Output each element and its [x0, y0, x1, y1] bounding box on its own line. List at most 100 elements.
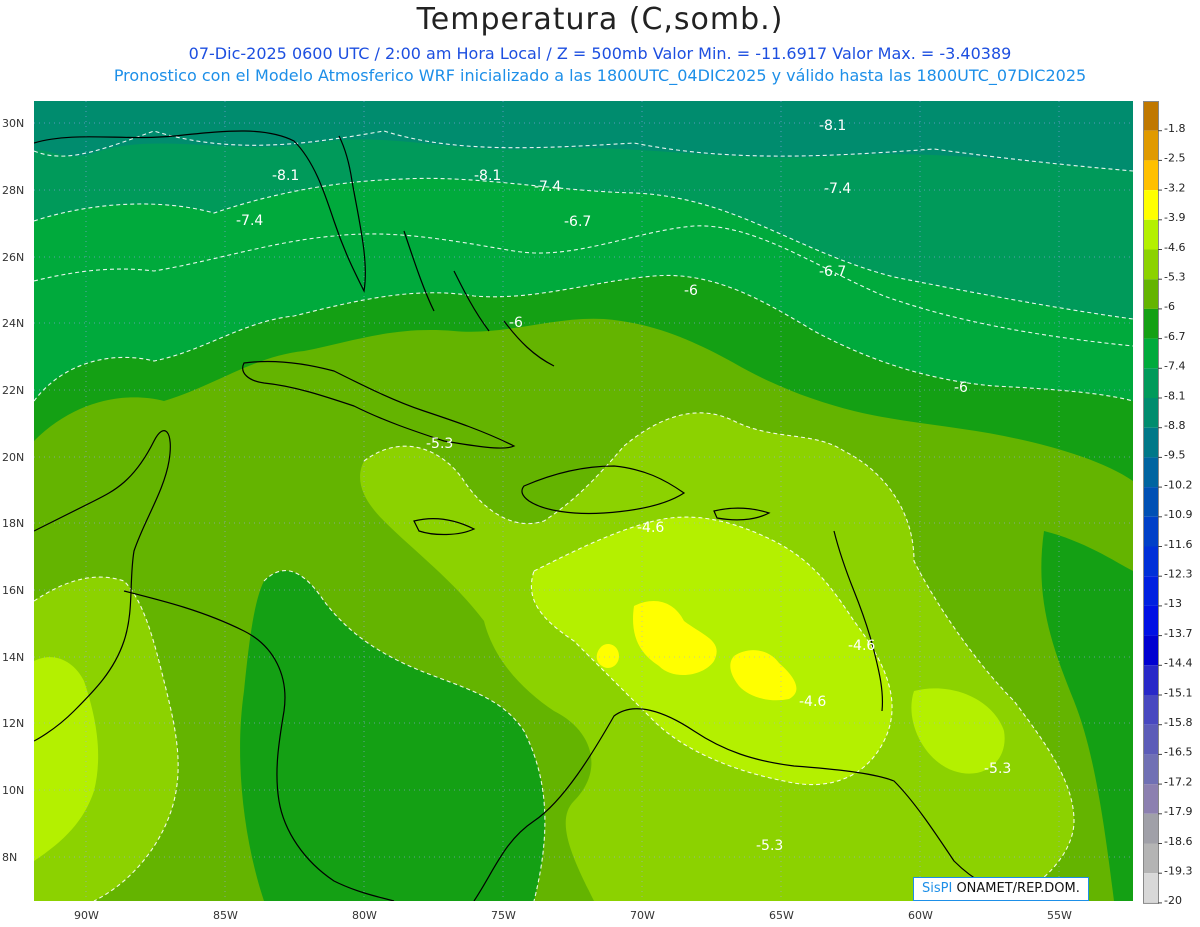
colorbar-swatch: [1143, 190, 1158, 220]
credit-text: ONAMET/REP.DOM.: [952, 881, 1080, 896]
lon-label: 55W: [1047, 909, 1072, 922]
colorbar-swatch: [1143, 398, 1158, 428]
colorbar-swatch: [1143, 487, 1158, 517]
contour-label: -8.1: [272, 168, 299, 184]
colorbar-swatch: [1143, 605, 1158, 636]
colorbar-label: -17.2: [1164, 775, 1192, 788]
colorbar-swatch: [1143, 695, 1158, 725]
map-subtitle-datetime: 07-Dic-2025 0600 UTC / 2:00 am Hora Loca…: [188, 44, 1012, 63]
colorbar-swatch: [1143, 784, 1158, 814]
colorbar-label: -10.2: [1164, 478, 1192, 491]
colorbar-swatch: [1143, 873, 1158, 903]
colorbar-swatch: [1143, 813, 1158, 844]
colorbar-label: -8.8: [1164, 419, 1185, 432]
contour-label: -5.3: [426, 436, 453, 452]
colorbar-label: -2.5: [1164, 152, 1185, 165]
contour-label: -6.7: [819, 264, 846, 280]
colorbar-label: -6.7: [1164, 330, 1185, 343]
contour-label: -5.3: [756, 838, 783, 854]
lat-label: 18N: [2, 517, 24, 530]
colorbar-label: -3.9: [1164, 211, 1185, 224]
contour-label: -6: [954, 380, 968, 396]
colorbar-swatch: [1143, 368, 1158, 398]
lat-label: 28N: [2, 184, 24, 197]
colorbar-swatch: [1143, 576, 1158, 606]
credit-brand: SisPI: [922, 881, 953, 896]
colorbar-swatch: [1143, 249, 1158, 280]
colorbar-label: -15.1: [1164, 686, 1192, 699]
colorbar-label: -13.7: [1164, 627, 1192, 640]
lon-axis: 90W 85W 80W 75W 70W 65W 60W 55W: [74, 909, 1072, 922]
contour-label: -4.6: [848, 638, 875, 654]
map-subtitle-model: Pronostico con el Modelo Atmosferico WRF…: [113, 66, 1087, 85]
colorbar-label: -1.8: [1164, 122, 1185, 135]
colorbar-swatch: [1143, 279, 1158, 309]
colorbar-label: -8.1: [1164, 389, 1185, 402]
lon-label: 75W: [491, 909, 516, 922]
lat-axis: 30N 28N 26N 24N 22N 20N 18N 16N 14N 12N …: [2, 117, 24, 864]
colorbar-label: -20: [1164, 894, 1182, 905]
contour-label: -8.1: [819, 118, 846, 134]
colorbar-swatch: [1143, 754, 1158, 785]
contour-label: -4.6: [637, 520, 664, 536]
colorbar-label: -3.2: [1164, 181, 1185, 194]
lat-label: 10N: [2, 784, 24, 797]
colorbar-swatch: [1143, 635, 1158, 666]
contour-label: -6.7: [564, 214, 591, 230]
colorbar: -1.8 -2.5 -3.2 -3.9 -4.6 -5.3 -6 -6.7 -7.4 -8.1 -8…: [1143, 101, 1192, 905]
contour-label: -5.3: [984, 761, 1011, 777]
colorbar-swatch: [1143, 338, 1158, 369]
colorbar-swatch: [1143, 665, 1158, 695]
lat-label: 30N: [2, 117, 24, 130]
colorbar-label: -16.5: [1164, 746, 1192, 759]
lon-label: 70W: [630, 909, 655, 922]
lat-label: 12N: [2, 717, 24, 730]
map-title: Temperatura (C,somb.): [416, 2, 784, 37]
contour-label: -7.4: [534, 179, 561, 195]
colorbar-swatch: [1143, 546, 1158, 577]
colorbar-swatch: [1143, 308, 1158, 339]
colorbar-label: -15.8: [1164, 716, 1192, 729]
lat-label: 26N: [2, 251, 24, 264]
contour-label: -6: [684, 283, 698, 299]
colorbar-label: -14.4: [1164, 657, 1192, 670]
lon-label: 85W: [213, 909, 238, 922]
colorbar-swatch: [1143, 724, 1158, 755]
colorbar-swatch: [1143, 843, 1158, 874]
contour-label: -8.1: [474, 168, 501, 184]
temperature-map: -8.1 -8.1 -8.1 -7.4 -7.4 -7.4 -6.7 -6.7 …: [34, 101, 1133, 901]
credit-badge: SisPI ONAMET/REP.DOM.: [913, 877, 1089, 901]
contour-label: -4.6: [799, 694, 826, 710]
colorbar-swatch: [1143, 427, 1158, 458]
colorbar-swatch: [1143, 457, 1158, 488]
lon-label: 80W: [352, 909, 377, 922]
colorbar-label: -17.9: [1164, 805, 1192, 818]
lat-label: 8N: [2, 851, 17, 864]
colorbar-label: -9.5: [1164, 449, 1185, 462]
colorbar-label: -4.6: [1164, 241, 1185, 254]
lat-label: 14N: [2, 651, 24, 664]
colorbar-label: -10.9: [1164, 508, 1192, 521]
lat-label: 22N: [2, 384, 24, 397]
colorbar-label: -6: [1164, 300, 1175, 313]
colorbar-swatch: [1143, 516, 1158, 547]
contour-label: -7.4: [236, 213, 263, 229]
colorbar-label: -12.3: [1164, 568, 1192, 581]
lon-label: 90W: [74, 909, 99, 922]
contour-label: -6: [509, 315, 523, 331]
colorbar-swatch: [1143, 130, 1158, 161]
colorbar-label: -11.6: [1164, 538, 1192, 551]
colorbar-label: -7.4: [1164, 360, 1185, 373]
colorbar-label: -18.6: [1164, 835, 1192, 848]
colorbar-swatch: [1143, 160, 1158, 191]
lat-label: 20N: [2, 451, 24, 464]
colorbar-label: -5.3: [1164, 271, 1185, 284]
colorbar-swatch: [1143, 101, 1158, 131]
colorbar-label: -13: [1164, 597, 1182, 610]
lon-label: 60W: [908, 909, 933, 922]
colorbar-swatch: [1143, 219, 1158, 250]
lat-label: 16N: [2, 584, 24, 597]
lon-label: 65W: [769, 909, 794, 922]
lat-label: 24N: [2, 317, 24, 330]
contour-label: -7.4: [824, 181, 851, 197]
